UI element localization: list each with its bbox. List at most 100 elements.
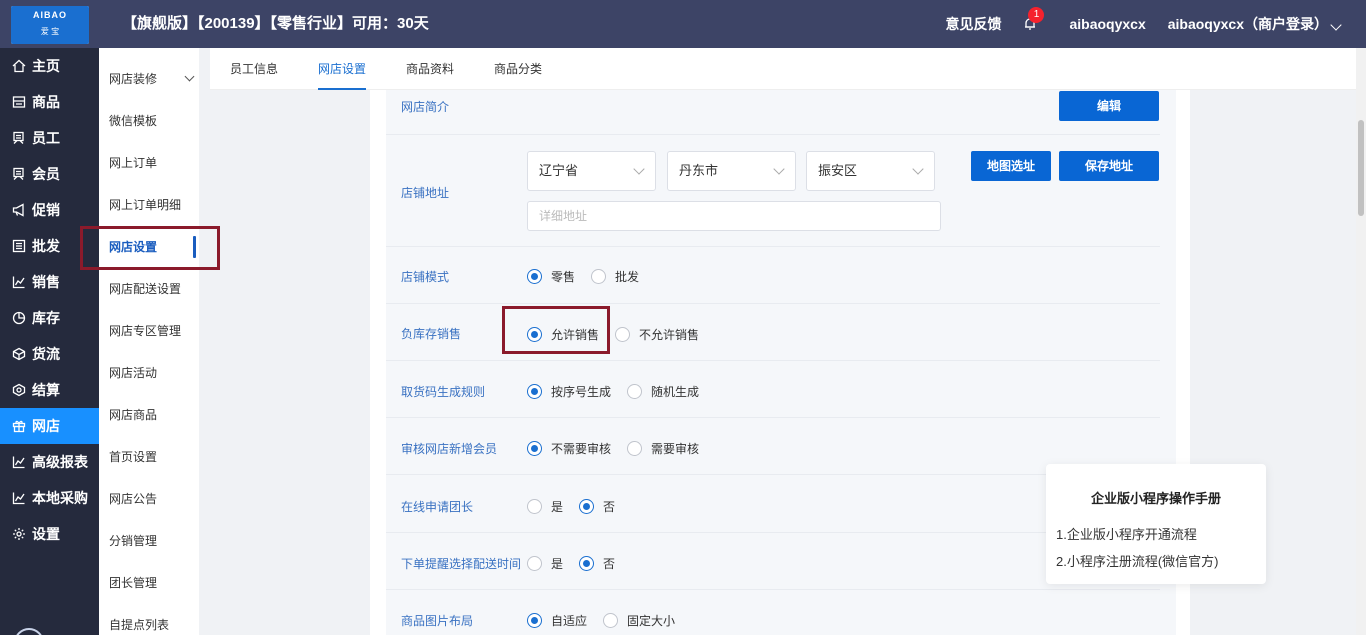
radio-delivery-yes[interactable]: 是 — [527, 555, 563, 572]
map-select-button[interactable]: 地图选址 — [971, 151, 1051, 181]
sidebar-item-logistics[interactable]: 货流 — [0, 336, 99, 372]
report-icon — [12, 455, 26, 469]
district-select[interactable]: 振安区 — [806, 151, 935, 191]
subnav-item-announcements[interactable]: 网店公告 — [99, 478, 199, 520]
sidebar-item-promotion[interactable]: 促销 — [0, 192, 99, 228]
member-review-label: 审核网店新增会员 — [401, 442, 498, 456]
page-title: 【旗舰版】【200139】【零售行业】可用：30天 — [122, 15, 429, 32]
image-layout-radio-group: 自适应 固定大小 — [527, 612, 691, 629]
subnav-item-pickup-points[interactable]: 自提点列表 — [99, 604, 199, 635]
subnav-item-wechat-template[interactable]: 微信模板 — [99, 100, 199, 142]
radio-fixed-size[interactable]: 固定大小 — [603, 612, 675, 629]
logo-sub-text: 爱 宝 — [40, 27, 60, 36]
radio-need-review[interactable]: 需要审核 — [627, 440, 699, 457]
main-sidebar: 主页 商品 员工 会员 促销 批发 销售 库存 货流 结算 网店 高级报表 本地… — [0, 48, 99, 635]
sidebar-item-product[interactable]: 商品 — [0, 84, 99, 120]
user-login-menu[interactable]: aibaoqyxcx（商户登录） — [1168, 14, 1342, 34]
sidebar-item-webshop[interactable]: 网店 — [0, 408, 99, 444]
subnav-item-online-orders[interactable]: 网上订单 — [99, 142, 199, 184]
sidebar-item-inventory[interactable]: 库存 — [0, 300, 99, 336]
subnav-item-activities[interactable]: 网店活动 — [99, 352, 199, 394]
subnav-item-group-leaders[interactable]: 团长管理 — [99, 562, 199, 604]
radio-adaptive[interactable]: 自适应 — [527, 612, 587, 629]
gift-icon — [12, 419, 26, 433]
detail-address-input[interactable] — [527, 201, 941, 231]
subnav-item-delivery-settings[interactable]: 网店配送设置 — [99, 268, 199, 310]
sidebar-item-purchase[interactable]: 本地采购 — [0, 480, 99, 516]
group-leader-label: 在线申请团长 — [401, 500, 474, 514]
logistics-icon — [12, 347, 26, 361]
radio-random[interactable]: 随机生成 — [627, 383, 699, 400]
group-leader-radio-group: 是 否 — [527, 498, 631, 515]
tab-bar: 员工信息 网店设置 商品资料 商品分类 — [210, 48, 1356, 90]
help-card: 企业版小程序操作手册 1.企业版小程序开通流程 2.小程序注册流程(微信官方) — [1046, 464, 1266, 584]
intro-row — [386, 90, 1160, 135]
address-label: 店铺地址 — [401, 186, 450, 200]
city-select[interactable]: 丹东市 — [667, 151, 796, 191]
subnav-item-products[interactable]: 网店商品 — [99, 394, 199, 436]
highlight-box-shop-settings — [80, 226, 220, 270]
subnav-item-home-settings[interactable]: 首页设置 — [99, 436, 199, 478]
chevron-down-icon — [633, 163, 645, 175]
bell-icon[interactable]: 1 — [1023, 7, 1045, 31]
inventory-icon — [12, 311, 26, 325]
sidebar-item-settlement[interactable]: 结算 — [0, 372, 99, 408]
image-layout-label: 商品图片布局 — [401, 614, 474, 628]
sales-icon — [12, 275, 26, 289]
highlight-box-allow-sale — [502, 306, 610, 354]
intro-label: 网店简介 — [401, 100, 450, 114]
home-icon — [12, 59, 26, 73]
scrollbar-thumb[interactable] — [1358, 120, 1364, 216]
settlement-icon — [12, 383, 26, 397]
shop-mode-label: 店铺模式 — [401, 270, 450, 284]
subnav-item-decoration[interactable]: 网店装修 — [99, 58, 199, 100]
tab-product-category[interactable]: 商品分类 — [494, 48, 542, 90]
sidebar-item-report[interactable]: 高级报表 — [0, 444, 99, 480]
radio-leader-yes[interactable]: 是 — [527, 498, 563, 515]
help-link-open-process[interactable]: 1.企业版小程序开通流程 — [1056, 524, 1197, 543]
top-right-actions: 意见反馈 1 aibaoqyxcx aibaoqyxcx（商户登录） — [945, 0, 1342, 48]
radio-retail[interactable]: 零售 — [527, 268, 575, 285]
chevron-down-icon — [184, 71, 195, 82]
radio-leader-no[interactable]: 否 — [579, 498, 615, 515]
tab-product-data[interactable]: 商品资料 — [406, 48, 454, 90]
group-leader-row — [386, 475, 1160, 533]
member-review-row — [386, 418, 1160, 475]
promotion-icon — [12, 203, 26, 217]
shop-mode-radio-group: 零售 批发 — [527, 268, 655, 285]
pickup-code-label: 取货码生成规则 — [401, 385, 486, 399]
province-select[interactable]: 辽宁省 — [527, 151, 656, 191]
chevron-down-icon — [773, 163, 785, 175]
sidebar-item-settings[interactable]: 设置 — [0, 516, 99, 552]
user-name[interactable]: aibaoqyxcx — [1069, 16, 1145, 32]
settings-icon — [12, 527, 26, 541]
tab-staff-info[interactable]: 员工信息 — [230, 48, 278, 90]
chevron-down-icon — [1330, 19, 1342, 31]
help-link-register-process[interactable]: 2.小程序注册流程(微信官方) — [1056, 551, 1219, 570]
subnav-item-order-details[interactable]: 网上订单明细 — [99, 184, 199, 226]
member-icon — [12, 167, 26, 181]
subnav-item-distribution[interactable]: 分销管理 — [99, 520, 199, 562]
radio-delivery-no[interactable]: 否 — [579, 555, 615, 572]
negative-stock-label: 负库存销售 — [401, 327, 462, 341]
feedback-link[interactable]: 意见反馈 — [945, 14, 1001, 34]
member-review-radio-group: 不需要审核 需要审核 — [527, 440, 715, 457]
avatar[interactable] — [14, 628, 44, 635]
save-address-button[interactable]: 保存地址 — [1059, 151, 1159, 181]
chevron-down-icon — [912, 163, 924, 175]
subnav-item-zone-management[interactable]: 网店专区管理 — [99, 310, 199, 352]
radio-sequential[interactable]: 按序号生成 — [527, 383, 611, 400]
delivery-time-label: 下单提醒选择配送时间 — [401, 557, 522, 571]
sidebar-item-member[interactable]: 会员 — [0, 156, 99, 192]
tab-shop-settings[interactable]: 网店设置 — [318, 48, 367, 90]
radio-disallow-sale[interactable]: 不允许销售 — [615, 326, 699, 343]
sub-sidebar: 网店装修 微信模板 网上订单 网上订单明细 网店设置 网店配送设置 网店专区管理… — [99, 48, 199, 635]
aibao-logo[interactable]: AIBAO 爱 宝 — [11, 6, 89, 44]
radio-wholesale[interactable]: 批发 — [591, 268, 639, 285]
edit-button[interactable]: 编辑 — [1059, 91, 1159, 121]
radio-no-review[interactable]: 不需要审核 — [527, 440, 611, 457]
sidebar-item-staff[interactable]: 员工 — [0, 120, 99, 156]
sidebar-item-home[interactable]: 主页 — [0, 48, 99, 84]
top-bar: AIBAO 爱 宝 【旗舰版】【200139】【零售行业】可用：30天 意见反馈… — [0, 0, 1366, 48]
wholesale-icon — [12, 239, 26, 253]
